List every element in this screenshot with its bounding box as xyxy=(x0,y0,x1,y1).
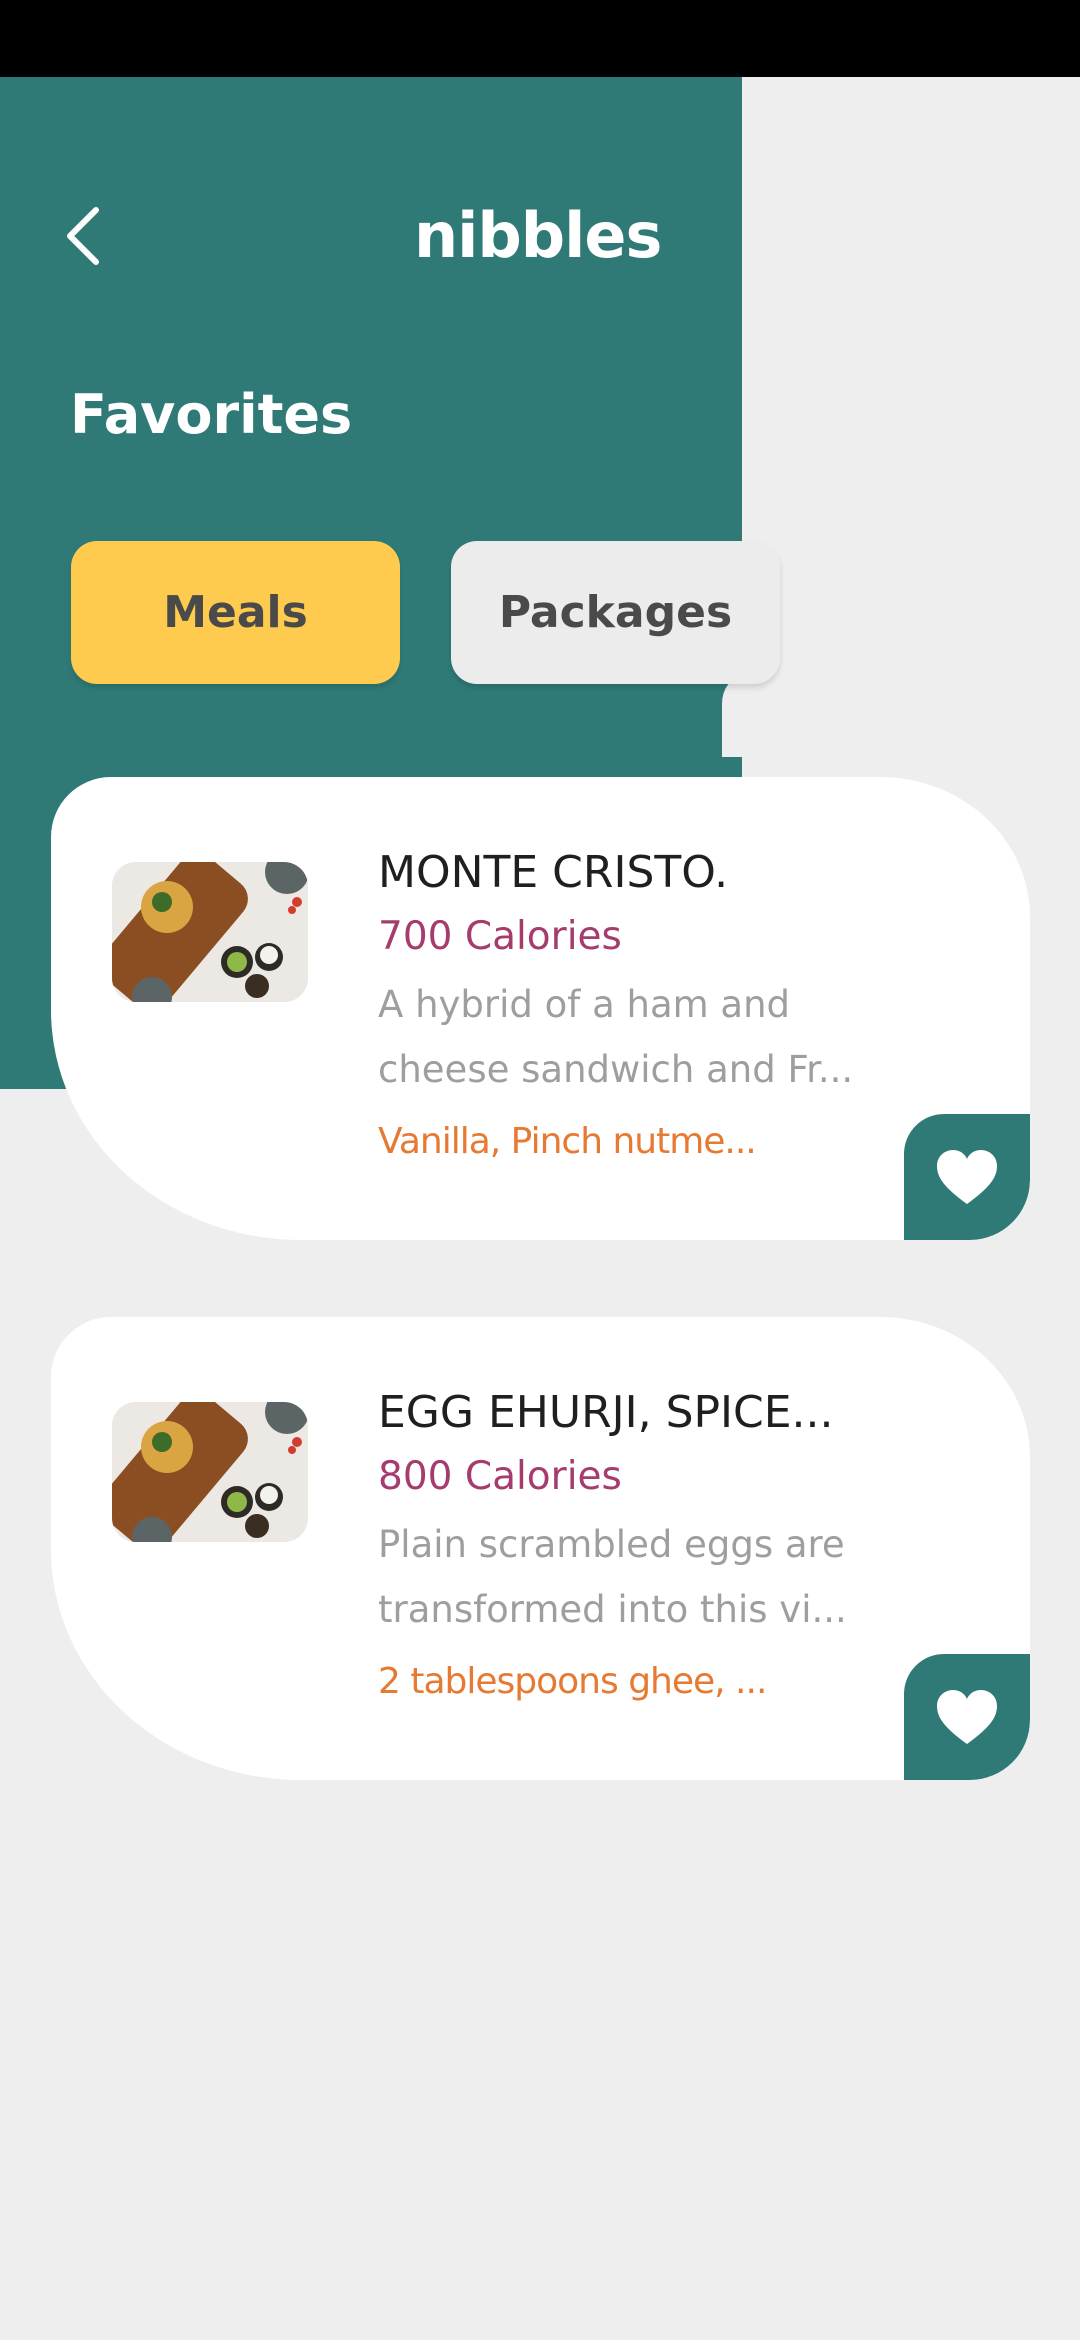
tab-packages[interactable]: Packages xyxy=(451,541,780,684)
app-logo: nibbles xyxy=(414,199,662,272)
meal-ingredients: 2 tablespoons ghee, ... xyxy=(378,1661,767,1702)
page-title: Favorites xyxy=(70,383,353,446)
favorite-card[interactable]: MONTE CRISTO. 700 Calories A hybrid of a… xyxy=(51,777,1030,1240)
meal-description-line: cheese sandwich and Fr... xyxy=(378,1048,854,1091)
meal-title: EGG EHURJI, SPICE... xyxy=(378,1387,834,1438)
meal-calories: 700 Calories xyxy=(378,914,622,959)
favorite-button[interactable] xyxy=(904,1654,1030,1780)
meal-title: MONTE CRISTO. xyxy=(378,847,729,898)
meal-description-line: Plain scrambled eggs are xyxy=(378,1523,845,1566)
meal-description-line: A hybrid of a ham and xyxy=(378,983,791,1026)
meal-calories: 800 Calories xyxy=(378,1454,622,1499)
meal-ingredients: Vanilla, Pinch nutme... xyxy=(378,1121,757,1162)
meal-image xyxy=(112,1402,308,1542)
meal-image xyxy=(112,862,308,1002)
heart-icon xyxy=(937,1690,997,1744)
favorite-button[interactable] xyxy=(904,1114,1030,1240)
meal-description: A hybrid of a ham and cheese sandwich an… xyxy=(378,972,938,1102)
tab-meals[interactable]: Meals xyxy=(71,541,400,684)
status-bar xyxy=(0,0,1080,77)
back-button[interactable] xyxy=(56,204,112,268)
meal-description-line: transformed into this vi... xyxy=(378,1588,847,1631)
meal-description: Plain scrambled eggs are transformed int… xyxy=(378,1512,938,1642)
favorite-card[interactable]: EGG EHURJI, SPICE... 800 Calories Plain … xyxy=(51,1317,1030,1780)
chevron-left-icon xyxy=(67,207,99,265)
heart-icon xyxy=(937,1150,997,1204)
